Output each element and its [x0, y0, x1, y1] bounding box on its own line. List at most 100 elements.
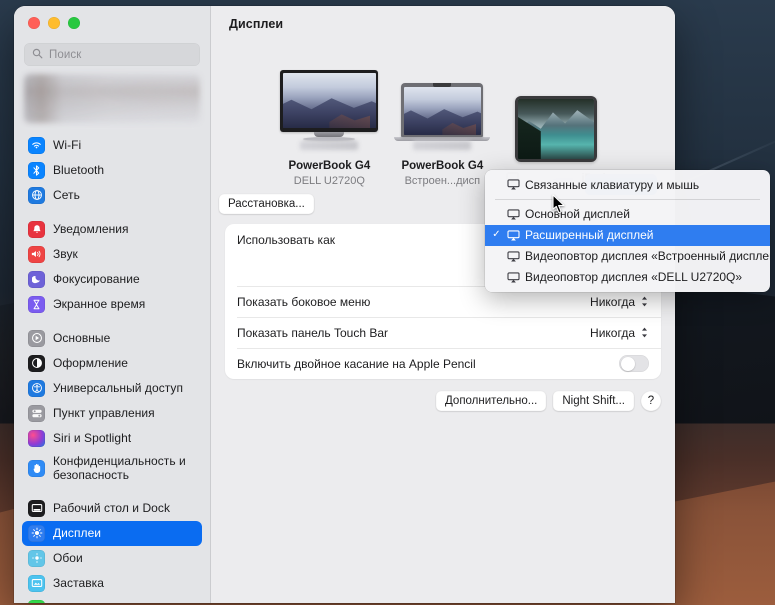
zoom-button[interactable]	[68, 16, 80, 29]
display-subtitle: DELL U2720Q	[293, 174, 365, 187]
page-title: Дисплеи	[229, 17, 284, 31]
row-show-touch-bar[interactable]: Показать панель Touch Bar Никогда	[225, 317, 661, 348]
sidebar-item-label: Bluetooth	[53, 163, 105, 177]
sidebar-item-label: Пункт управления	[53, 406, 155, 420]
sidebar-item-screensaver[interactable]: Заставка	[22, 571, 202, 596]
sidebar-item-bluetooth[interactable]: Bluetooth	[22, 158, 202, 183]
toggle-knob	[620, 356, 635, 371]
sound-speaker-icon	[28, 245, 45, 263]
row-value: Никогда	[590, 325, 635, 340]
display-small-icon	[507, 250, 520, 262]
network-globe-icon	[28, 186, 45, 204]
bluetooth-icon	[28, 161, 45, 179]
system-settings-window: Поиск Wi-Fi Bluetooth Сеть Уведомления З…	[14, 6, 675, 603]
sidebar-item-battery[interactable]: Аккумулятор	[22, 596, 202, 603]
action-buttons: Дополнительно... Night Shift... ?	[211, 379, 675, 411]
main-content: Дисплеи PowerBook G4 DELL U2720Q PowerBo…	[211, 6, 675, 603]
notifications-bell-icon	[28, 220, 45, 238]
menu-item-mirror-dell[interactable]: Видеоповтор дисплея «DELL U2720Q»	[485, 267, 770, 288]
sidebar-item-siri-spotlight[interactable]: Siri и Spotlight	[22, 426, 202, 451]
search-input[interactable]: Поиск	[24, 43, 200, 67]
menu-item-label: Основной дисплей	[525, 207, 630, 221]
sidebar-nav: Wi-Fi Bluetooth Сеть Уведомления Звук Фо…	[14, 133, 210, 603]
sidebar-item-wallpaper[interactable]: Обои	[22, 546, 202, 571]
sidebar-group-alerts: Уведомления Звук Фокусирование Экранное …	[22, 217, 202, 317]
sidebar-item-label: Siri и Spotlight	[53, 431, 132, 445]
sidebar-item-network[interactable]: Сеть	[22, 183, 202, 208]
screen-time-hourglass-icon	[28, 295, 45, 313]
ipad-icon	[514, 96, 597, 162]
stepper-icon[interactable]	[640, 326, 649, 339]
menu-item-linked-keyboard-mouse[interactable]: Связанные клавиатуру и мышь	[485, 174, 770, 195]
accessibility-icon	[28, 379, 45, 397]
sidebar-item-wifi[interactable]: Wi-Fi	[22, 133, 202, 158]
sidebar-item-label: Оформление	[53, 356, 128, 370]
sidebar-item-sound[interactable]: Звук	[22, 242, 202, 267]
menu-item-extended-display[interactable]: ✓ Расширенный дисплей	[485, 224, 770, 246]
arrange-button[interactable]: Расстановка...	[219, 194, 314, 214]
display-thumb-dell[interactable]: PowerBook G4 DELL U2720Q	[280, 70, 379, 188]
sidebar-item-label: Звук	[53, 247, 78, 261]
privacy-hand-icon	[28, 460, 45, 478]
display-name: PowerBook G4	[401, 160, 484, 173]
display-thumb-macbook[interactable]: PowerBook G4 Встроен...дисп	[394, 83, 491, 188]
row-label: Показать панель Touch Bar	[237, 325, 389, 340]
sidebar-item-focus[interactable]: Фокусирование	[22, 267, 202, 292]
sidebar-item-label: Аккумулятор	[53, 602, 124, 603]
general-gear-icon	[28, 329, 45, 347]
mouse-cursor	[552, 194, 566, 219]
laptop-wallpaper	[403, 87, 481, 135]
row-apple-pencil-double-tap[interactable]: Включить двойное касание на Apple Pencil	[225, 348, 661, 379]
sidebar-group-appearance: Рабочий стол и Dock Дисплеи Обои Заставк…	[22, 496, 202, 603]
user-profile-blurred[interactable]	[24, 74, 200, 123]
menu-check: ✓	[492, 229, 501, 240]
advanced-button[interactable]: Дополнительно...	[436, 391, 547, 411]
use-as-dropdown-menu[interactable]: Связанные клавиатуру и мышь Основной дис…	[485, 170, 770, 292]
wifi-icon	[28, 136, 45, 154]
night-shift-button[interactable]: Night Shift...	[553, 391, 634, 411]
search-container: Поиск	[14, 39, 210, 72]
display-small-icon	[507, 179, 520, 190]
appearance-icon	[28, 354, 45, 372]
menu-separator	[495, 199, 760, 200]
sidebar-item-label: Основные	[53, 331, 111, 345]
sidebar-group-connectivity: Wi-Fi Bluetooth Сеть	[22, 133, 202, 208]
battery-icon	[28, 599, 45, 603]
menu-item-label: Связанные клавиатуру и мышь	[525, 177, 700, 192]
sidebar-item-control-center[interactable]: Пункт управления	[22, 401, 202, 426]
displays-preview-row: PowerBook G4 DELL U2720Q PowerBook G4 Вс…	[211, 42, 675, 188]
sidebar-item-general[interactable]: Основные	[22, 326, 202, 351]
apple-pencil-toggle[interactable]	[619, 355, 649, 372]
sidebar-item-label: Универсальный доступ	[53, 381, 184, 395]
stepper-icon[interactable]	[640, 295, 649, 308]
control-center-icon	[28, 404, 45, 422]
menu-item-main-display[interactable]: Основной дисплей	[485, 204, 770, 225]
row-value: Никогда	[590, 294, 635, 309]
menu-item-mirror-builtin[interactable]: Видеоповтор дисплея «Встроенный дисплей»	[485, 246, 770, 267]
minimize-button[interactable]	[48, 16, 60, 29]
sidebar-item-privacy-security[interactable]: Конфиденциальность и безопасность	[22, 451, 202, 487]
sidebar-group-system: Основные Оформление Универсальный доступ	[22, 326, 202, 487]
sidebar-item-accessibility[interactable]: Универсальный доступ	[22, 376, 202, 401]
sidebar: Поиск Wi-Fi Bluetooth Сеть Уведомления З…	[14, 6, 211, 603]
display-small-icon	[507, 271, 520, 283]
external-monitor-icon	[280, 70, 379, 133]
help-button[interactable]: ?	[641, 391, 661, 411]
menu-item-label: Расширенный дисплей	[525, 228, 654, 242]
sidebar-item-label: Заставка	[53, 576, 104, 590]
monitor-wallpaper	[282, 72, 376, 129]
sidebar-item-screen-time[interactable]: Экранное время	[22, 292, 202, 317]
sidebar-item-displays[interactable]: Дисплеи	[22, 520, 202, 546]
sidebar-item-desktop-dock[interactable]: Рабочий стол и Dock	[22, 496, 202, 521]
display-small-icon	[507, 229, 520, 241]
display-name: PowerBook G4	[288, 160, 371, 173]
wallpaper-icon	[28, 549, 45, 567]
close-button[interactable]	[28, 16, 40, 29]
sidebar-item-notifications[interactable]: Уведомления	[22, 217, 202, 242]
row-label: Показать боковое меню	[237, 294, 371, 309]
sidebar-item-label: Фокусирование	[53, 272, 140, 286]
displays-brightness-icon	[28, 524, 45, 542]
display-subtitle: Встроен...дисп	[404, 174, 481, 187]
sidebar-item-appearance[interactable]: Оформление	[22, 351, 202, 376]
ipad-wallpaper	[517, 99, 594, 159]
